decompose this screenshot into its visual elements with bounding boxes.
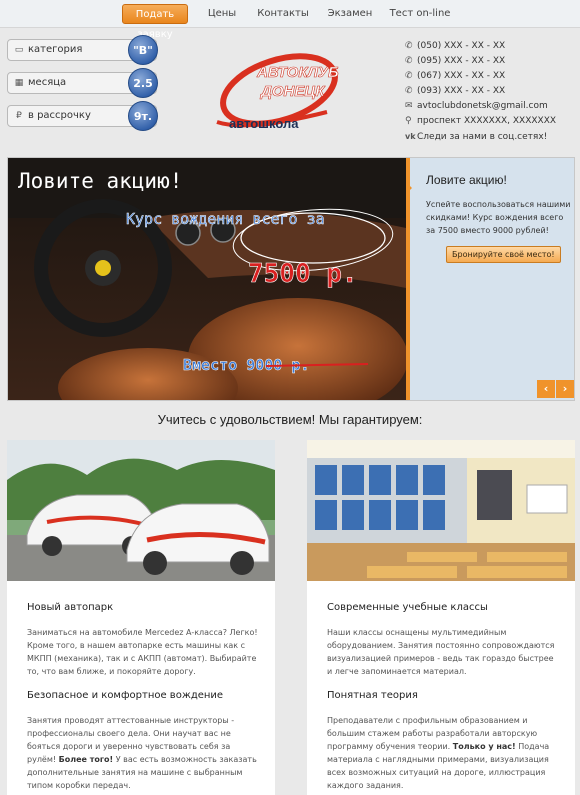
phone-number: (050) XXX - XX - XX xyxy=(417,41,506,51)
email-row[interactable]: ✉ avtoclubdonetsk@gmail.com xyxy=(405,99,556,114)
address-row: ⚲ проспект XXXXXXX, XXXXXXX xyxy=(405,114,556,129)
fleet-text: Заниматься на автомобиле Mercedez A-клас… xyxy=(27,628,258,676)
safe-driving-emphasis: Более того! xyxy=(58,755,114,764)
fleet-photo xyxy=(7,440,275,581)
installment-label: в рассрочку xyxy=(28,110,91,121)
vk-icon: vk xyxy=(405,132,416,141)
nav-prices-link[interactable]: Цены xyxy=(200,4,244,24)
section-title: Учитесь с удовольствием! Мы гарантируем: xyxy=(157,412,423,427)
phone-row[interactable]: ✆ (093) XXX - XX - XX xyxy=(405,84,556,99)
promo-slider: Ловите акцию! Курс вождения всего за 750… xyxy=(7,157,575,401)
phone-number: (067) XXX - XX - XX xyxy=(417,71,506,81)
envelope-icon: ✉ xyxy=(405,101,413,111)
car-interior-image: Ловите акцию! Курс вождения всего за 750… xyxy=(8,158,406,400)
logo-line2: ДОНЕЦК xyxy=(259,83,326,100)
nav-exam-link[interactable]: Экзамен xyxy=(325,4,375,24)
classes-text: Наши классы оснащены мультимедийным обор… xyxy=(327,628,555,676)
map-marker-icon: ⚲ xyxy=(405,116,412,126)
phone-number: (095) XXX - XX - XX xyxy=(417,56,506,66)
book-place-button[interactable]: Бронируйте своё место! xyxy=(446,246,561,263)
top-navigation: Подать заявку Цены Контакты Экзамен Тест… xyxy=(0,0,580,40)
promo-image-price: 7500 р. xyxy=(248,259,358,289)
duration-badge: 2.5 xyxy=(128,68,158,98)
theory-emphasis: Только у нас! xyxy=(452,742,516,751)
email-address: avtoclubdonetsk@gmail.com xyxy=(417,101,548,111)
phone-row[interactable]: ✆ (095) XXX - XX - XX xyxy=(405,54,556,69)
fleet-heading: Новый автопарк xyxy=(27,602,114,613)
classes-heading: Современные учебные классы xyxy=(327,602,488,613)
fleet-card-body: Новый автопарк Заниматься на автомобиле … xyxy=(27,590,259,792)
nav-apply-button[interactable]: Подать заявку xyxy=(122,4,188,40)
phone-row[interactable]: ✆ (067) XXX - XX - XX xyxy=(405,69,556,84)
phone-icon: ✆ xyxy=(405,86,413,96)
logo-line1: АВТОКЛУБ xyxy=(256,64,339,81)
car-icon: ▭ xyxy=(14,45,24,55)
calendar-icon: ▦ xyxy=(14,78,24,88)
panel-arrow xyxy=(406,182,412,194)
autoclub-logo[interactable]: АВТОКЛУБ ДОНЕЦК автошкола xyxy=(207,52,342,137)
promo-panel-text: Успейте воспользоваться нашими скидками!… xyxy=(426,200,571,235)
ruble-icon: ₽ xyxy=(16,111,22,121)
category-badge: "B" xyxy=(128,35,158,65)
logo-line3: автошкола xyxy=(229,116,299,131)
nav-online-test-link[interactable]: Тест on-line xyxy=(388,4,452,24)
theory-text: Преподаватели с профильным образованием … xyxy=(327,714,559,792)
phone-icon: ✆ xyxy=(405,41,413,51)
classroom-photo xyxy=(307,440,575,581)
phone-icon: ✆ xyxy=(405,56,413,66)
installment-badge: 9т. xyxy=(128,101,158,131)
promo-image-line: Курс вождения всего за xyxy=(126,210,325,228)
social-row[interactable]: vkСледи за нами в соц.сетях! xyxy=(405,129,556,144)
contacts-block: ✆ (050) XXX - XX - XX ✆ (095) XXX - XX - X… xyxy=(405,39,556,144)
promo-image-title: Ловите акцию! xyxy=(18,169,182,193)
phone-icon: ✆ xyxy=(405,71,413,81)
promo-image: Ловите акцию! Курс вождения всего за 750… xyxy=(8,158,406,400)
promo-panel-title: Ловите акцию! xyxy=(426,173,507,187)
phone-row[interactable]: ✆ (050) XXX - XX - XX xyxy=(405,39,556,54)
classes-card-body: Современные учебные классы Наши классы о… xyxy=(327,590,559,792)
safe-driving-text: Занятия проводят аттестованные инструкто… xyxy=(27,714,259,792)
feature-card-fleet: Новый автопарк Заниматься на автомобиле … xyxy=(7,440,275,795)
slider-prev-button[interactable]: ‹ xyxy=(537,380,555,398)
whiteboard xyxy=(526,484,568,514)
feature-card-classes: Современные учебные классы Наши классы о… xyxy=(307,440,575,795)
nav-contacts-link[interactable]: Контакты xyxy=(255,4,311,24)
screen xyxy=(477,470,512,520)
phone-number: (093) XXX - XX - XX xyxy=(417,86,506,96)
theory-heading: Понятная теория xyxy=(327,690,418,701)
social-text: Следи за нами в соц.сетях! xyxy=(417,132,548,142)
safe-driving-heading: Безопасное и комфортное вождение xyxy=(27,690,224,701)
address-text: проспект XXXXXXX, XXXXXXX xyxy=(417,116,557,126)
promo-panel: Ловите акцию! Успейте воспользоваться на… xyxy=(406,158,574,400)
duration-label: месяца xyxy=(28,77,67,88)
category-label: категория xyxy=(28,44,83,55)
slider-next-button[interactable]: › xyxy=(556,380,574,398)
